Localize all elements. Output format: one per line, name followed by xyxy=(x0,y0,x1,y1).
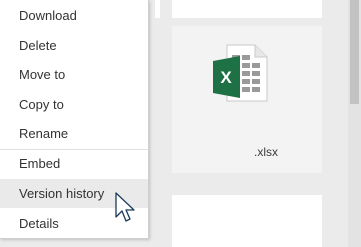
menu-item-copy-to[interactable]: Copy to xyxy=(0,90,148,119)
file-tile[interactable] xyxy=(172,0,322,18)
excel-letter-icon: X xyxy=(220,68,232,87)
menu-item-download[interactable]: Download xyxy=(0,1,148,30)
file-name[interactable]: .xlsx xyxy=(254,145,278,159)
mouse-pointer-icon xyxy=(115,192,135,222)
vertical-scrollbar[interactable] xyxy=(348,0,361,247)
menu-item-rename[interactable]: Rename xyxy=(0,119,148,148)
scrollbar-thumb[interactable] xyxy=(350,0,359,104)
menu-item-delete[interactable]: Delete xyxy=(0,31,148,60)
file-tile[interactable] xyxy=(155,0,160,18)
excel-file-icon: X xyxy=(213,44,268,102)
menu-item-move-to[interactable]: Move to xyxy=(0,60,148,89)
file-tile[interactable] xyxy=(172,195,322,247)
excel-file-tile[interactable]: X .xlsx xyxy=(172,26,322,173)
menu-item-embed[interactable]: Embed xyxy=(0,149,148,178)
